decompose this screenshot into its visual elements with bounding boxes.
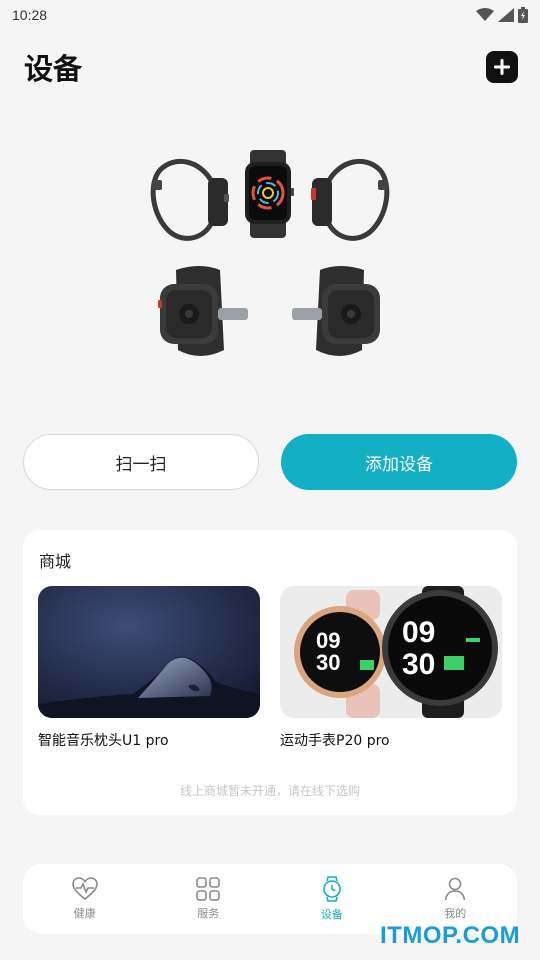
product-image-watch: 09 30 09 30	[280, 586, 502, 718]
tab-health-label: 健康	[73, 907, 96, 920]
tab-device-label: 设备	[320, 908, 343, 921]
shop-note: 线上商城暂未开通，请在线下选购	[179, 784, 360, 798]
scan-button[interactable]: 扫一扫	[23, 434, 259, 490]
watch-right-hour: 09	[402, 616, 435, 649]
status-time: 10:28	[12, 7, 48, 23]
tab-profile[interactable]: 我的	[400, 877, 510, 921]
page-header: 设备	[24, 44, 518, 90]
shop-card: 商城 智能音乐枕头U1 pro 09 30 09 30 运动手表P20 pro …	[23, 530, 517, 815]
product-image-pillow	[38, 586, 260, 718]
action-row: 扫一扫 添加设备	[23, 434, 517, 490]
heart-pulse-icon	[71, 877, 98, 901]
cell-signal-icon	[498, 8, 514, 22]
watch-front	[245, 150, 294, 238]
watermark: ITMOP.COM	[380, 922, 521, 949]
watch-icon	[322, 876, 341, 902]
tab-health[interactable]: 健康	[30, 877, 140, 921]
grid-icon	[196, 877, 221, 901]
battery-icon	[518, 7, 528, 23]
watch-left-minute: 30	[316, 650, 340, 675]
watch-side-right	[311, 159, 390, 241]
watch-side-left	[150, 159, 229, 241]
tab-services-label: 服务	[197, 907, 220, 920]
shop-title: 商城	[39, 552, 72, 571]
tab-services[interactable]: 服务	[153, 877, 263, 921]
product-card-watch[interactable]: 09 30 09 30 运动手表P20 pro	[280, 586, 502, 750]
watch-right-minute: 30	[402, 648, 435, 681]
tab-profile-label: 我的	[444, 907, 467, 920]
status-bar: 10:28	[0, 0, 540, 30]
watch-back-right	[292, 266, 380, 356]
add-device-icon-button[interactable]	[486, 51, 518, 83]
person-icon	[444, 877, 466, 901]
plus-icon	[494, 59, 510, 75]
page-title: 设备	[24, 52, 83, 86]
add-device-button[interactable]: 添加设备	[281, 434, 517, 490]
smartwatch-hero-image	[150, 150, 390, 356]
tab-device[interactable]: 设备	[277, 876, 387, 922]
status-icons	[476, 7, 528, 23]
product-card-pillow[interactable]: 智能音乐枕头U1 pro	[38, 586, 260, 750]
product-name-pillow: 智能音乐枕头U1 pro	[38, 733, 169, 749]
product-name-watch: 运动手表P20 pro	[280, 733, 390, 749]
wifi-icon	[476, 8, 494, 21]
watch-back-left	[158, 266, 248, 356]
